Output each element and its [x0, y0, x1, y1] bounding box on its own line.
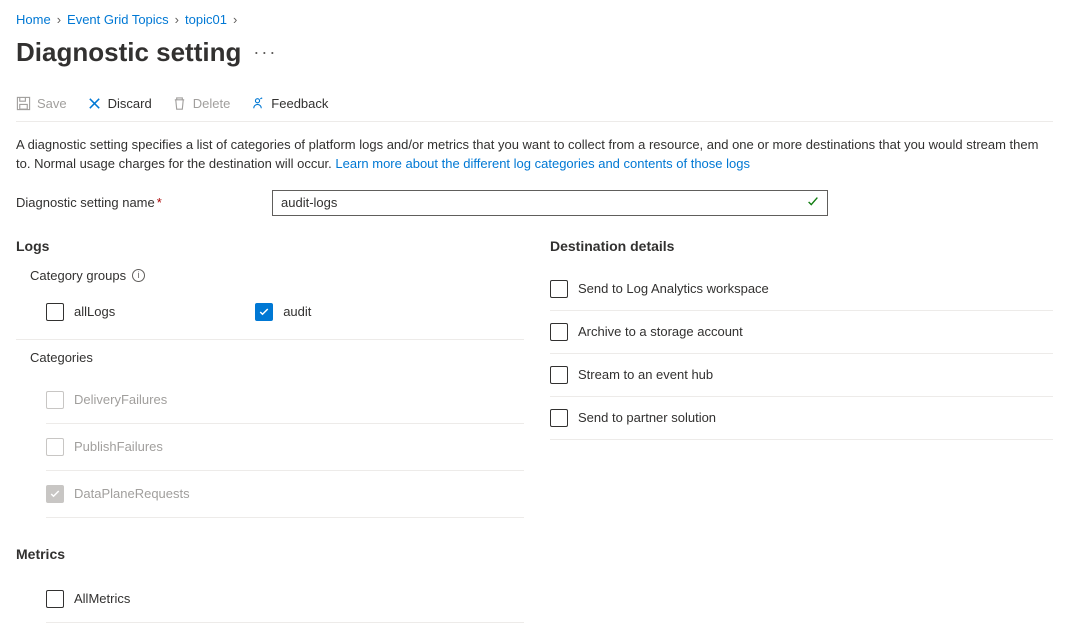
checkbox-dataplanerequests: DataPlaneRequests — [46, 471, 524, 518]
checkbox-label: audit — [283, 304, 311, 319]
breadcrumb-home[interactable]: Home — [16, 12, 51, 27]
category-groups-label: Category groups — [30, 268, 126, 283]
discard-button[interactable]: Discard — [87, 96, 152, 111]
setting-name-label-text: Diagnostic setting name — [16, 195, 155, 210]
delete-icon — [172, 96, 187, 111]
delete-label: Delete — [193, 96, 231, 111]
breadcrumb: Home › Event Grid Topics › topic01 › — [16, 12, 1053, 27]
checkbox-publishfailures: PublishFailures — [46, 424, 524, 471]
checkbox-label: Archive to a storage account — [578, 324, 743, 339]
destinations-heading: Destination details — [550, 238, 1053, 254]
chevron-right-icon: › — [175, 12, 179, 27]
checkbox-send-partner[interactable]: Send to partner solution — [550, 397, 1053, 440]
checkbox-box — [550, 366, 568, 384]
checkbox-label: AllMetrics — [74, 591, 130, 606]
checkbox-label: allLogs — [74, 304, 115, 319]
info-icon[interactable]: i — [132, 269, 145, 282]
categories-list: DeliveryFailures PublishFailures DataPla… — [46, 377, 524, 518]
checkbox-stream-event-hub[interactable]: Stream to an event hub — [550, 354, 1053, 397]
checkbox-label: DataPlaneRequests — [74, 486, 190, 501]
metrics-heading: Metrics — [16, 546, 524, 562]
save-icon — [16, 96, 31, 111]
more-actions-button[interactable]: ··· — [253, 42, 277, 63]
checkbox-box — [46, 303, 64, 321]
close-icon — [87, 96, 102, 111]
checkbox-alllogs[interactable]: allLogs — [46, 295, 115, 329]
checkbox-archive-storage[interactable]: Archive to a storage account — [550, 311, 1053, 354]
description-text: A diagnostic setting specifies a list of… — [16, 136, 1053, 174]
checkbox-box — [46, 438, 64, 456]
category-groups-row: allLogs audit — [46, 295, 524, 329]
feedback-label: Feedback — [271, 96, 328, 111]
destinations-list: Send to Log Analytics workspace Archive … — [550, 268, 1053, 440]
logs-column: Logs Category groups i allLogs audit Cat… — [16, 238, 524, 623]
feedback-button[interactable]: Feedback — [250, 96, 328, 111]
checkbox-label: PublishFailures — [74, 439, 163, 454]
checkbox-label: Send to partner solution — [578, 410, 716, 425]
logs-heading: Logs — [16, 238, 524, 254]
destinations-column: Destination details Send to Log Analytic… — [550, 238, 1053, 440]
categories-heading: Categories — [30, 350, 524, 365]
chevron-right-icon: › — [57, 12, 61, 27]
divider — [16, 339, 524, 340]
checkbox-box — [550, 323, 568, 341]
checkbox-box — [550, 280, 568, 298]
checkbox-box — [550, 409, 568, 427]
toolbar: Save Discard Delete Feedback — [16, 90, 1053, 122]
learn-more-link[interactable]: Learn more about the different log categ… — [335, 156, 750, 171]
checkbox-send-log-analytics[interactable]: Send to Log Analytics workspace — [550, 268, 1053, 311]
checkbox-label: Stream to an event hub — [578, 367, 713, 382]
delete-button[interactable]: Delete — [172, 96, 231, 111]
breadcrumb-topic01[interactable]: topic01 — [185, 12, 227, 27]
page-title: Diagnostic setting — [16, 37, 241, 68]
setting-name-input[interactable] — [272, 190, 828, 216]
save-label: Save — [37, 96, 67, 111]
setting-name-row: Diagnostic setting name* — [16, 190, 1053, 216]
metrics-block: Metrics AllMetrics — [16, 546, 524, 623]
required-asterisk: * — [157, 195, 162, 210]
chevron-right-icon: › — [233, 12, 237, 27]
checkbox-box — [46, 485, 64, 503]
checkbox-box — [255, 303, 273, 321]
discard-label: Discard — [108, 96, 152, 111]
checkbox-box — [46, 590, 64, 608]
save-button[interactable]: Save — [16, 96, 67, 111]
validation-check-icon — [806, 194, 820, 211]
checkbox-allmetrics[interactable]: AllMetrics — [46, 576, 524, 623]
checkbox-box — [46, 391, 64, 409]
checkbox-label: DeliveryFailures — [74, 392, 167, 407]
checkbox-deliveryfailures: DeliveryFailures — [46, 377, 524, 424]
checkbox-label: Send to Log Analytics workspace — [578, 281, 769, 296]
category-groups-heading: Category groups i — [30, 268, 524, 283]
setting-name-label: Diagnostic setting name* — [16, 195, 256, 210]
setting-name-input-wrap — [272, 190, 828, 216]
feedback-icon — [250, 96, 265, 111]
breadcrumb-event-grid-topics[interactable]: Event Grid Topics — [67, 12, 169, 27]
checkbox-audit[interactable]: audit — [255, 295, 311, 329]
title-row: Diagnostic setting ··· — [16, 37, 1053, 68]
